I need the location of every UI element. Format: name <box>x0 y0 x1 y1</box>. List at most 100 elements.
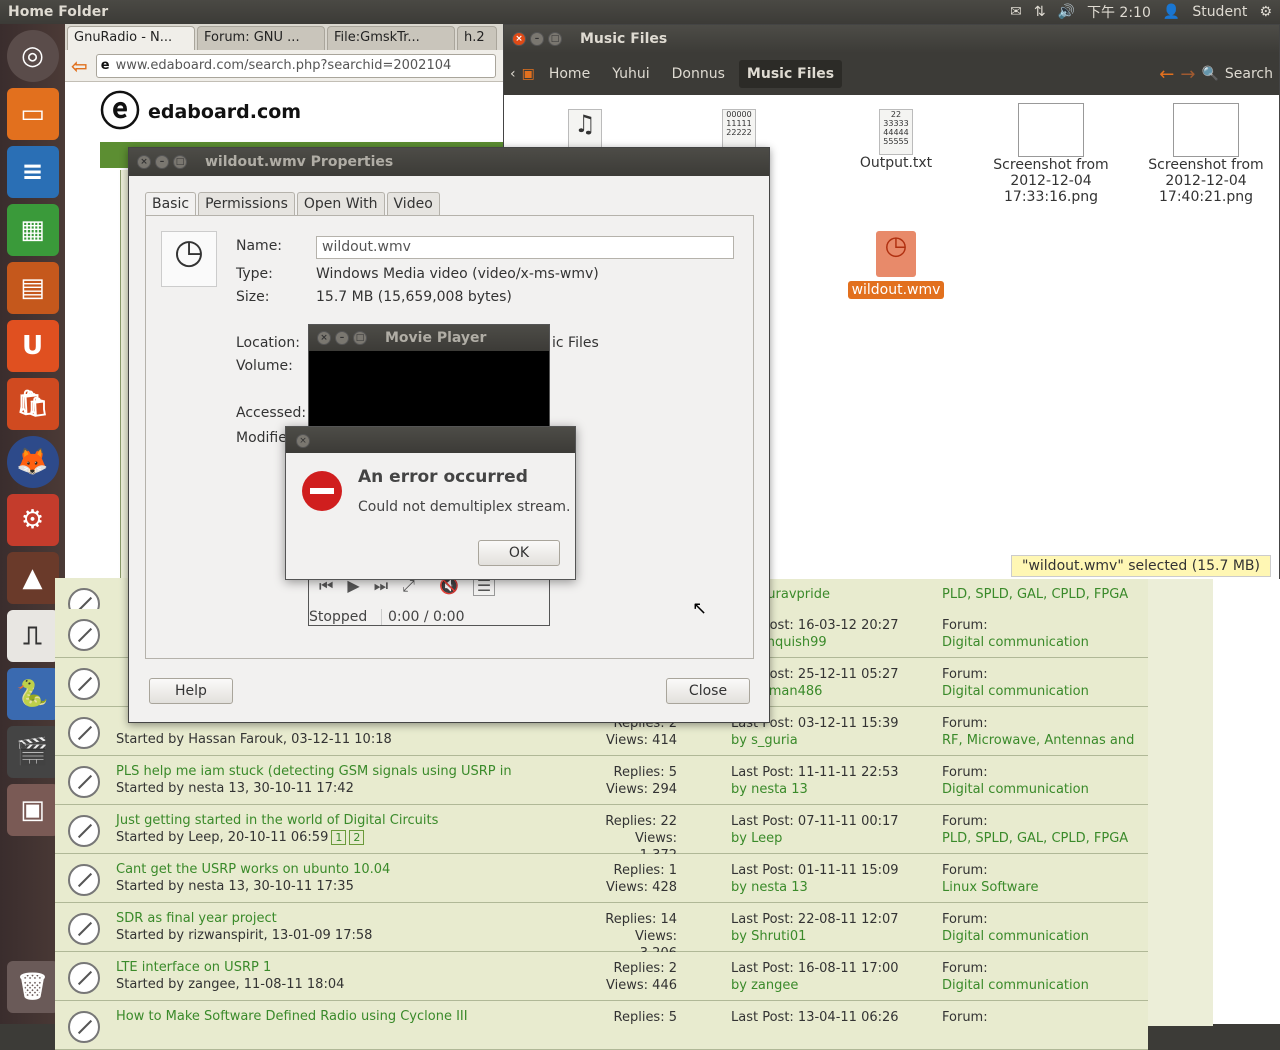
thread-title-link[interactable]: SDR as final year project <box>116 911 277 926</box>
file-item[interactable]: 00000 11111 22222 <box>664 109 814 149</box>
last-post: Last Post: 13-04-11 06:26 <box>731 1009 899 1026</box>
close-icon[interactable]: × <box>296 434 310 448</box>
vlc-icon[interactable]: ▲ <box>6 552 59 604</box>
search-button[interactable]: Search <box>1225 66 1273 82</box>
file-item[interactable]: Screenshot from 2012-12-04 17:40:21.png <box>1131 103 1280 205</box>
last-post-author[interactable]: by zangee <box>731 977 899 994</box>
gnuradio-icon[interactable]: ⎍ <box>6 610 59 662</box>
volume-icon[interactable]: 🔊 <box>1058 4 1075 20</box>
writer-icon[interactable]: ≡ <box>6 146 59 198</box>
browser-tab[interactable]: File:GmskTr... <box>327 26 455 50</box>
back-arrow-icon[interactable]: ← <box>1159 64 1174 85</box>
clock-file-icon[interactable]: ◷ <box>161 231 217 287</box>
back-icon[interactable]: ⇦ <box>71 54 88 78</box>
settings-icon[interactable]: ⚙ <box>6 494 59 546</box>
dash-button[interactable]: ◎ <box>6 30 59 82</box>
impress-icon[interactable]: ▤ <box>6 262 59 314</box>
properties-title: wildout.wmv Properties <box>205 154 394 170</box>
browser-tab[interactable]: h.2 <box>457 26 497 50</box>
maximize-icon[interactable]: □ <box>173 155 187 169</box>
views-count: Views: 414 <box>606 733 677 748</box>
breadcrumb-yuhui[interactable]: Yuhui <box>604 60 657 88</box>
forum-label: Forum: <box>942 1010 988 1025</box>
last-post-author[interactable]: by s_guria <box>731 732 899 749</box>
search-icon[interactable]: 🔍 <box>1201 66 1218 82</box>
files-icon[interactable]: ▭ <box>6 88 59 140</box>
last-post-author[interactable]: by nesta 13 <box>731 781 899 798</box>
file-name: Output.txt <box>859 155 933 171</box>
properties-titlebar: × – □ wildout.wmv Properties <box>129 148 769 176</box>
thread-title-link[interactable]: Cant get the USRP works on ubunto 10.04 <box>116 862 390 877</box>
forum-link[interactable]: PLD, SPLD, GAL, CPLD, FPGA <box>942 586 1128 603</box>
file-manager-toolbar: ‹ ▣ Home Yuhui Donnus Music Files ← → 🔍 … <box>504 53 1279 95</box>
tab-video[interactable]: Video <box>386 192 440 215</box>
close-icon[interactable]: × <box>512 32 526 46</box>
forum-link[interactable]: RF, Microwave, Antennas and <box>942 732 1134 749</box>
mail-icon[interactable]: ✉ <box>1010 4 1022 20</box>
forum-link[interactable]: PLD, SPLD, GAL, CPLD, FPGA <box>942 830 1128 847</box>
forum-cell: Forum: RF, Microwave, Antennas and <box>942 715 1134 749</box>
browser-tab[interactable]: Forum: GNU ... <box>197 26 325 50</box>
last-post-date: Last Post: 13-04-11 06:26 <box>731 1010 899 1025</box>
thread-title-link[interactable]: LTE interface on USRP 1 <box>116 960 271 975</box>
ok-button[interactable]: OK <box>478 540 560 566</box>
movie-player-titlebar: × – □ Movie Player <box>309 325 549 351</box>
minimize-icon[interactable]: – <box>335 331 349 345</box>
minimize-icon[interactable]: – <box>530 32 544 46</box>
forum-link[interactable]: Digital communication <box>942 977 1089 994</box>
ubuntu-one-icon[interactable]: U <box>6 320 59 372</box>
forward-arrow-icon[interactable]: → <box>1180 64 1195 85</box>
forum-link[interactable]: Linux Software <box>942 879 1038 896</box>
file-item[interactable]: ♫ <box>510 109 660 149</box>
maximize-icon[interactable]: □ <box>548 32 562 46</box>
last-post-author[interactable]: by Leep <box>731 830 899 847</box>
tab-permissions[interactable]: Permissions <box>198 192 295 215</box>
scroll-left-icon[interactable]: ‹ <box>510 66 516 82</box>
calc-icon[interactable]: ▦ <box>6 204 59 256</box>
video-area[interactable] <box>309 351 549 426</box>
help-button[interactable]: Help <box>149 678 233 704</box>
forum-cell: Forum: Digital communication <box>942 911 1089 945</box>
tab-basic[interactable]: Basic <box>145 192 197 215</box>
video-editor-icon[interactable]: 🎬 <box>6 726 59 778</box>
maximize-icon[interactable]: □ <box>353 331 367 345</box>
clock[interactable]: 下午 2:10 <box>1087 2 1151 22</box>
network-icon[interactable]: ⇅ <box>1034 4 1046 20</box>
thread-status-icon <box>68 717 100 749</box>
url-input[interactable]: e www.edaboard.com/search.php?searchid=2… <box>95 53 496 78</box>
last-post-author[interactable]: by Shruti01 <box>731 928 899 945</box>
browser-tab[interactable]: GnuRadio - N... <box>67 26 195 50</box>
minimize-icon[interactable]: – <box>155 155 169 169</box>
firefox-icon[interactable]: 🦊 <box>6 436 59 488</box>
tab-open-with[interactable]: Open With <box>296 192 385 215</box>
python-icon[interactable]: 🐍 <box>6 668 59 720</box>
breadcrumb-music-files[interactable]: Music Files <box>738 60 843 88</box>
software-center-icon[interactable]: 🛍 <box>6 378 59 430</box>
breadcrumb-home[interactable]: Home <box>541 60 598 88</box>
close-icon[interactable]: × <box>317 331 331 345</box>
forum-link[interactable]: Digital communication <box>942 634 1089 651</box>
page-link[interactable]: 1 <box>331 830 347 845</box>
close-icon[interactable]: × <box>137 155 151 169</box>
last-post-author[interactable]: by nesta 13 <box>731 879 899 896</box>
gear-icon[interactable]: ⚙ <box>1259 4 1272 20</box>
forum-link[interactable]: Digital communication <box>942 781 1089 798</box>
playback-status: Stopped <box>309 609 368 625</box>
name-field[interactable]: wildout.wmv <box>316 236 734 259</box>
thread-title-link[interactable]: How to Make Software Defined Radio using… <box>116 1009 468 1024</box>
forum-link[interactable]: Digital communication <box>942 683 1089 700</box>
file-item[interactable]: 22 33333 44444 55555 Output.txt <box>821 109 971 171</box>
thread-title-link[interactable]: PLS help me iam stuck (detecting GSM sig… <box>116 764 512 779</box>
file-item-selected[interactable]: ◷ wildout.wmv <box>821 231 971 299</box>
site-logo[interactable]: ⓔ edaboard.com <box>100 92 301 132</box>
user-name[interactable]: Student <box>1192 4 1247 20</box>
page-link[interactable]: 2 <box>349 830 365 845</box>
thread-title-link[interactable]: Just getting started in the world of Dig… <box>116 813 438 828</box>
trash-icon[interactable]: 🗑 <box>6 961 59 1013</box>
table-row: How to Make Software Defined Radio using… <box>55 1001 1148 1050</box>
workspaces-icon[interactable]: ▣ <box>6 784 59 836</box>
close-button[interactable]: Close <box>666 678 750 704</box>
breadcrumb-donnus[interactable]: Donnus <box>664 60 733 88</box>
file-item[interactable]: Screenshot from 2012-12-04 17:33:16.png <box>976 103 1126 205</box>
forum-link[interactable]: Digital communication <box>942 928 1089 945</box>
